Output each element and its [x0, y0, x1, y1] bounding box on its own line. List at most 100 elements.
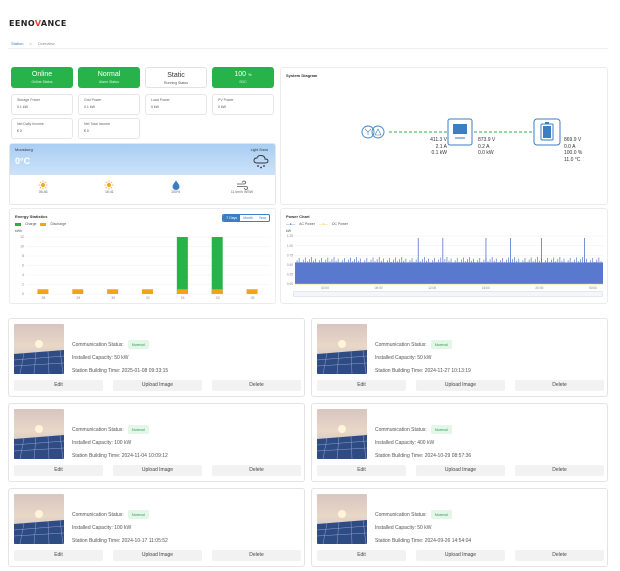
station-card[interactable]: Communication Status: Normal Installed Ca… — [8, 403, 305, 482]
storage-power-metric: Storage Power 0.1 kW — [11, 94, 73, 115]
sunrise-icon — [38, 180, 48, 189]
edit-button[interactable]: Edit — [317, 550, 406, 561]
x-tick-label: 16:00 — [482, 286, 490, 290]
station-card[interactable]: Communication Status: Normal Installed Ca… — [8, 318, 305, 397]
building-time-value: 2024-10-17 11:05:52 — [121, 538, 168, 544]
energy-chart: 12 10 8 6 4 2 0 28 29 30 31 01 02 03 — [20, 235, 270, 300]
snow-cloud-icon — [253, 155, 269, 169]
comm-status-label: Communication Status: — [375, 342, 427, 348]
station-card[interactable]: Communication Status: Normal Installed Ca… — [8, 488, 305, 567]
net-total-income-metric: Net Total Income € 0 — [78, 118, 140, 139]
capacity-label: Installed Capacity: — [72, 355, 113, 361]
discharge-bar — [37, 289, 49, 294]
delete-button[interactable]: Delete — [515, 380, 604, 391]
x-tick-label: 20:00 — [535, 286, 543, 290]
x-tick-label: 28 — [41, 296, 45, 300]
status-badge: Normal — [127, 510, 149, 519]
station-info: Communication Status: Normal Installed Ca… — [72, 339, 168, 378]
energy-statistics-panel: Energy Statistics Charge Discharge kWh 7… — [9, 208, 276, 304]
x-tick-label: 02:00 — [321, 286, 329, 290]
building-time-value: 2025-01-08 09:33:15 — [121, 368, 169, 374]
upload-image-button[interactable]: Upload Image — [416, 465, 505, 476]
edit-button[interactable]: Edit — [317, 465, 406, 476]
edit-button[interactable]: Edit — [317, 380, 406, 391]
edit-button[interactable]: Edit — [14, 380, 103, 391]
y-tick-label: 0.25 — [287, 273, 293, 277]
comm-status-label: Communication Status: — [72, 512, 124, 518]
power-zoom-slider[interactable] — [293, 291, 603, 297]
x-tick-label: 02 — [216, 296, 220, 300]
solar-panel-photo — [14, 324, 64, 374]
station-card[interactable]: Communication Status: Normal Installed Ca… — [311, 403, 608, 482]
edit-button[interactable]: Edit — [14, 550, 103, 561]
delete-button[interactable]: Delete — [212, 550, 301, 561]
upload-image-button[interactable]: Upload Image — [113, 380, 202, 391]
battery-icon — [533, 118, 561, 146]
discharge-bar — [211, 289, 223, 294]
delete-button[interactable]: Delete — [212, 380, 301, 391]
x-tick-label: 00:00 — [589, 286, 597, 290]
weather-wind: 11 km/h WSW — [217, 179, 267, 194]
building-time-label: Station Building Time: — [375, 453, 424, 459]
x-tick-label: 30 — [111, 296, 115, 300]
x-tick-label: 01 — [181, 296, 185, 300]
discharge-bar — [107, 289, 119, 294]
building-time-label: Station Building Time: — [72, 538, 121, 544]
upload-image-button[interactable]: Upload Image — [113, 465, 202, 476]
online-status-card: Online Online Status — [11, 67, 73, 88]
grid-power-metric: Grid Power 0.1 kW — [78, 94, 140, 115]
status-badge: Normal — [127, 340, 149, 349]
station-card[interactable]: Communication Status: Normal Installed Ca… — [311, 318, 608, 397]
discharge-bar — [246, 289, 258, 294]
y-tick-label: 0.50 — [287, 263, 293, 267]
y-tick-label: 1.25 — [287, 234, 293, 238]
building-time-label: Station Building Time: — [72, 368, 121, 374]
delete-button[interactable]: Delete — [515, 465, 604, 476]
solar-panel-photo — [317, 409, 367, 459]
weather-temperature: 0°C — [15, 156, 31, 166]
comm-status-label: Communication Status: — [375, 512, 427, 518]
inverter-icon — [447, 118, 473, 146]
inverter-readings: 873.9 V 0.2 A 0.0 kW — [478, 137, 496, 156]
breadcrumb-home[interactable]: Station — [11, 41, 23, 46]
capacity-label: Installed Capacity: — [72, 525, 113, 531]
edit-button[interactable]: Edit — [14, 465, 103, 476]
weather-humidity: 100% — [151, 179, 201, 194]
delete-button[interactable]: Delete — [212, 465, 301, 476]
comm-status-label: Communication Status: — [72, 342, 124, 348]
building-time-label: Station Building Time: — [375, 538, 424, 544]
y-tick-label: 0.75 — [287, 253, 293, 257]
station-image — [14, 494, 64, 544]
building-time-value: 2024-09-26 14:54:04 — [424, 538, 472, 544]
y-tick-label: 1.00 — [287, 244, 293, 248]
running-status-card: Static Running Status — [145, 67, 207, 88]
y-tick-label: 0 — [22, 292, 24, 296]
load-power-metric: Load Power 0 kW — [145, 94, 207, 115]
x-tick-label: 31 — [146, 296, 150, 300]
grid-transformer-icon — [361, 125, 385, 139]
discharge-bar — [142, 289, 153, 294]
charge-bar — [176, 237, 188, 294]
weather-sunrise: 06:46 — [18, 179, 68, 194]
building-time-value: 2024-11-04 10:09:12 — [121, 453, 168, 459]
station-card[interactable]: Communication Status: Normal Installed Ca… — [311, 488, 608, 567]
soc-card: 100 % SOC — [212, 67, 274, 88]
discharge-bar — [176, 289, 188, 294]
station-image — [317, 324, 367, 374]
status-badge: Normal — [430, 425, 452, 434]
weather-condition: Light Snow — [250, 148, 268, 152]
station-info: Communication Status: Normal Installed Ca… — [375, 424, 471, 463]
y-tick-label: 12 — [20, 235, 24, 239]
upload-image-button[interactable]: Upload Image — [416, 550, 505, 561]
delete-button[interactable]: Delete — [515, 550, 604, 561]
meter-readings: 411.3 V 2.1 A 0.1 kW — [430, 137, 447, 156]
building-time-value: 2024-10-29 08:57:36 — [424, 453, 472, 459]
station-image — [14, 324, 64, 374]
x-tick-label: 03 — [251, 296, 255, 300]
upload-image-button[interactable]: Upload Image — [416, 380, 505, 391]
capacity-value: 50 kW — [114, 355, 129, 361]
y-tick-label: 4 — [22, 273, 24, 277]
upload-image-button[interactable]: Upload Image — [113, 550, 202, 561]
station-image — [14, 409, 64, 459]
capacity-label: Installed Capacity: — [72, 440, 113, 446]
